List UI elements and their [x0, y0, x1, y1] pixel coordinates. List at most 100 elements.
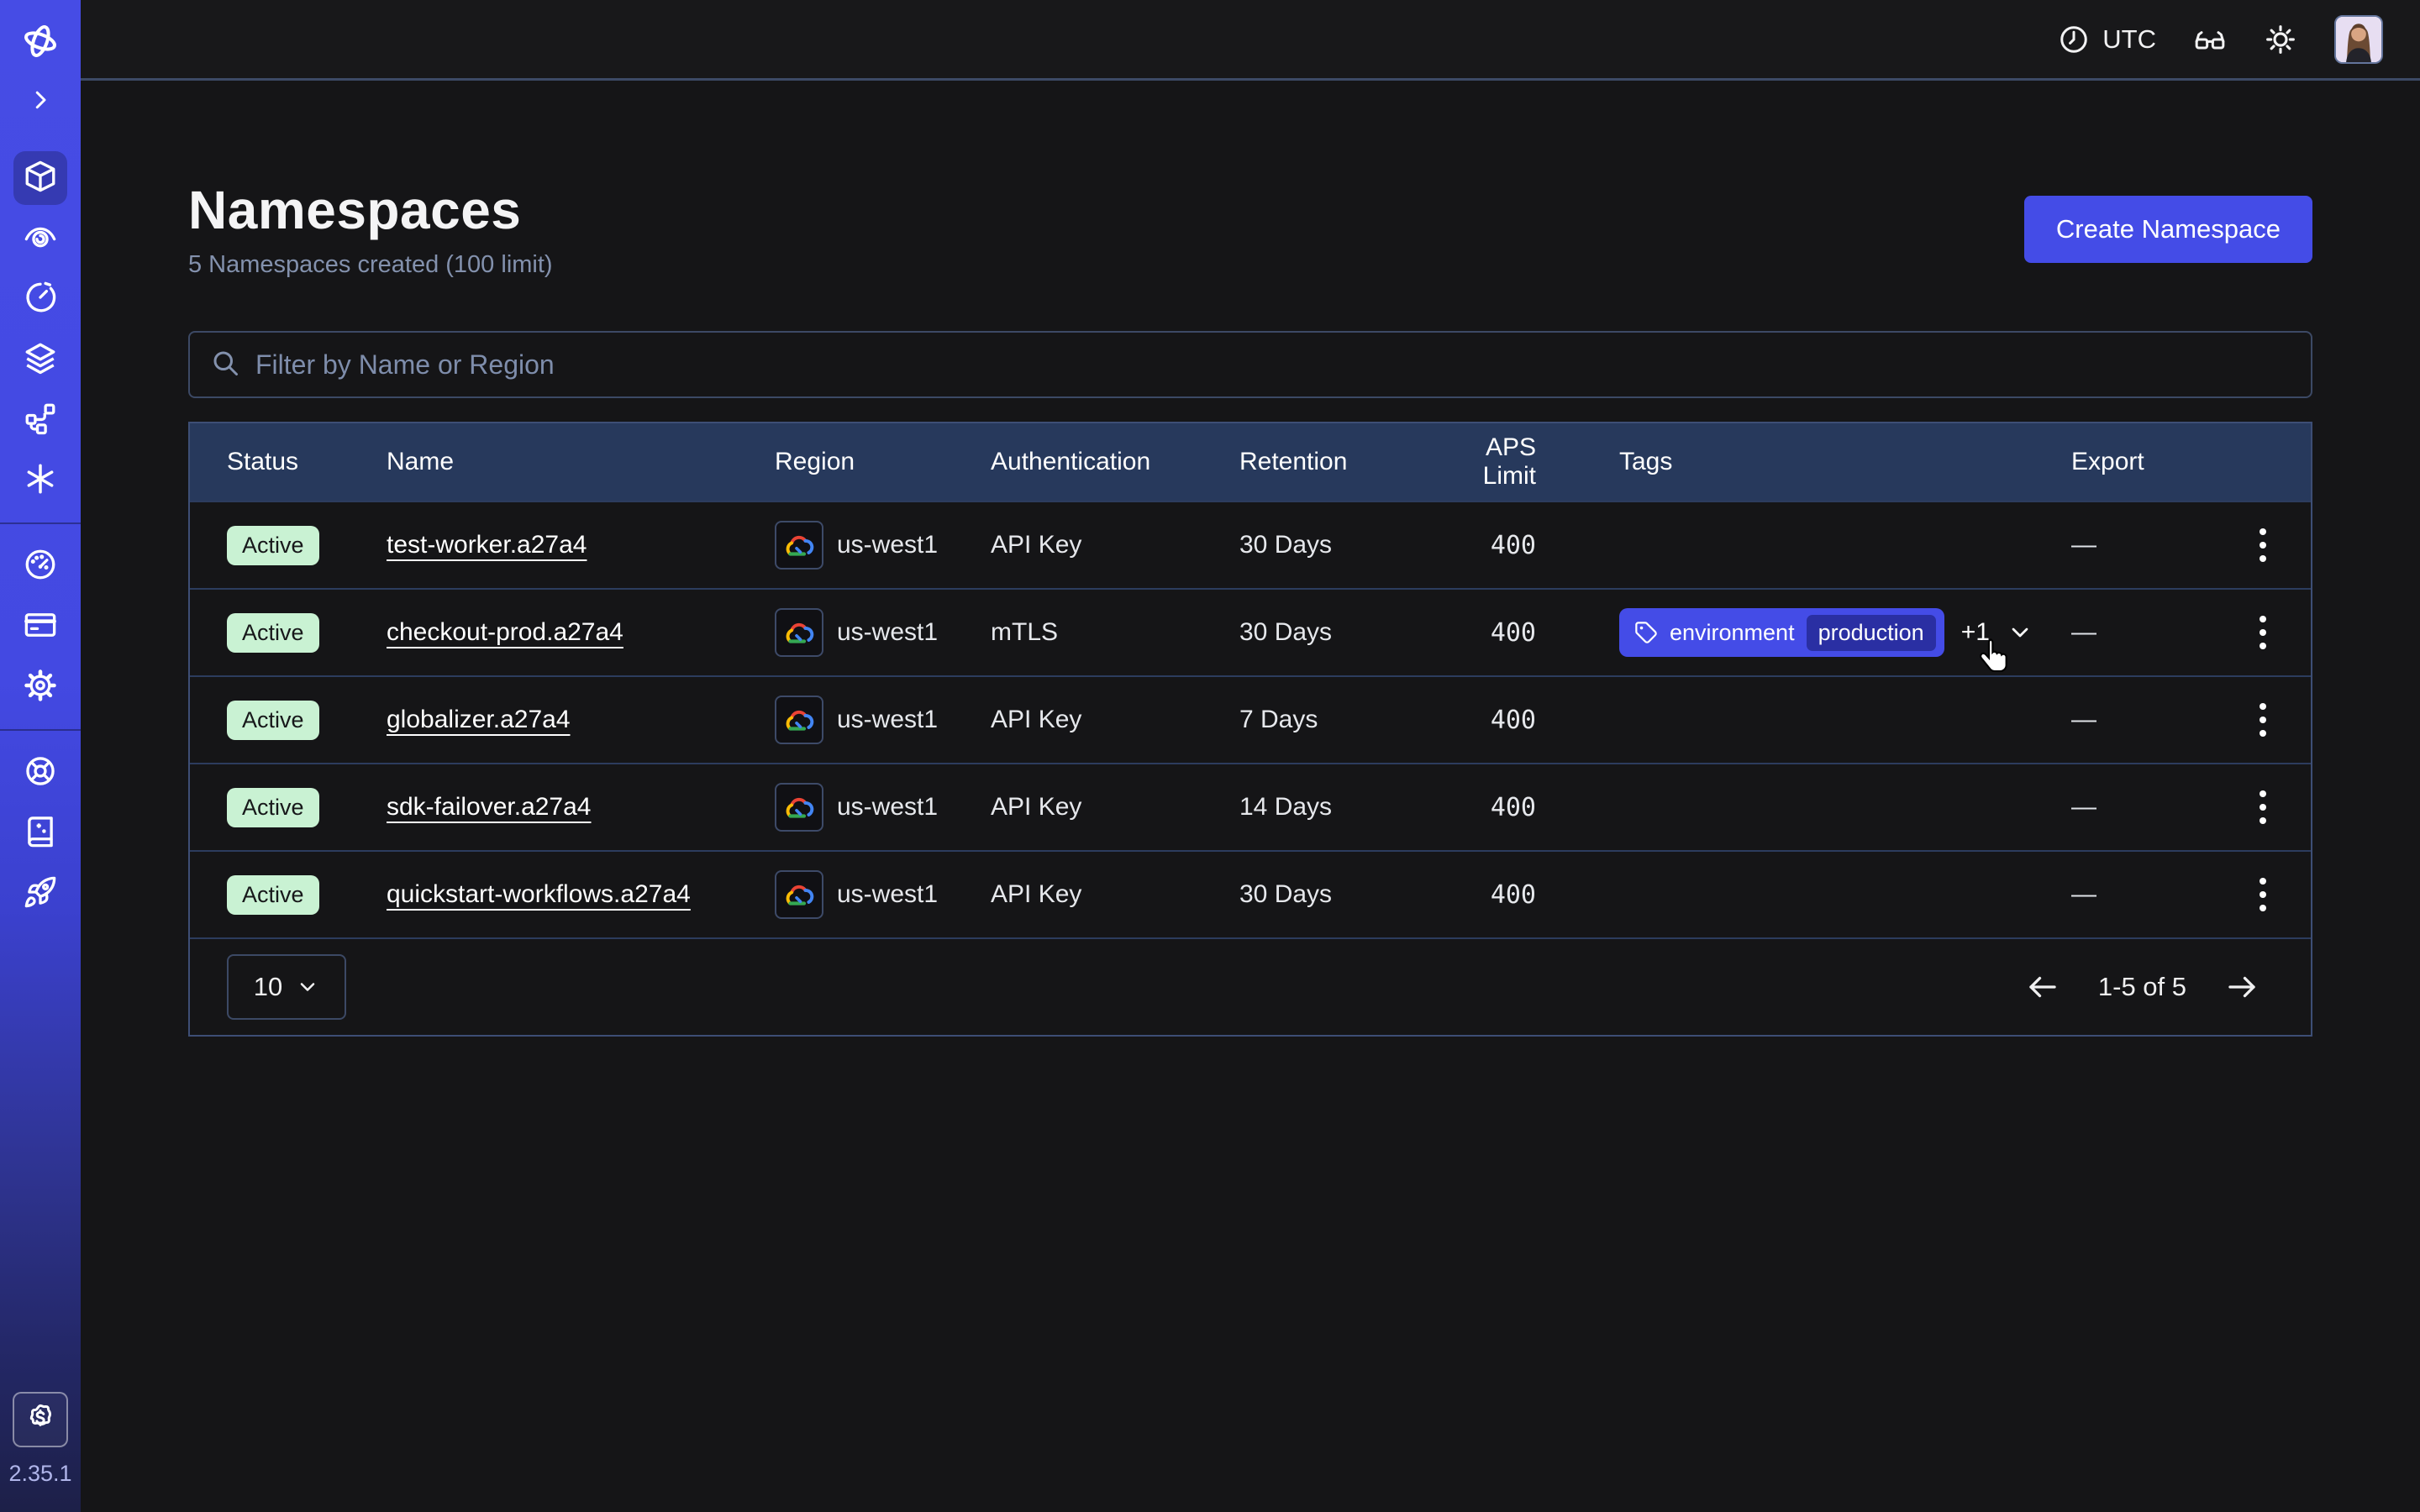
- column-header-authentication: Authentication: [991, 448, 1239, 476]
- namespace-link[interactable]: sdk-failover.a27a4: [387, 793, 592, 821]
- arrow-right-icon: [2224, 969, 2260, 1005]
- previous-page-button[interactable]: [2024, 969, 2061, 1005]
- tag-value: production: [1807, 615, 1936, 651]
- billing-badge-button[interactable]: [13, 1392, 68, 1447]
- tag-more-count: +1: [1961, 618, 1990, 647]
- branch-icon: [23, 401, 58, 440]
- retention-value: 30 Days: [1239, 880, 1431, 909]
- sidebar-nav-help: [0, 746, 81, 921]
- table-row[interactable]: Active globalizer.a27a4 us-west1 API Key…: [190, 675, 2311, 763]
- sidebar-item-billing[interactable]: [13, 600, 67, 654]
- aps-limit-value: 400: [1491, 618, 1536, 648]
- row-menu-button[interactable]: [2251, 869, 2275, 920]
- column-header-status: Status: [190, 448, 387, 476]
- google-cloud-icon: [775, 608, 823, 657]
- gauge-icon: [23, 547, 58, 586]
- sidebar-item-get-started[interactable]: [13, 867, 67, 921]
- google-cloud-icon: [775, 696, 823, 744]
- sidebar-expand-button[interactable]: [26, 86, 55, 114]
- create-namespace-button[interactable]: Create Namespace: [2024, 196, 2312, 263]
- table-header: Status Name Region Authentication Retent…: [190, 423, 2311, 501]
- row-menu-button[interactable]: [2251, 520, 2275, 570]
- search-icon: [210, 348, 240, 382]
- table-footer: 10 1-5 of 5: [190, 937, 2311, 1035]
- sidebar-item-settings[interactable]: [13, 660, 67, 714]
- tag-pill[interactable]: environment production: [1619, 608, 1944, 657]
- region-label: us-west1: [837, 880, 938, 909]
- asterisk-icon: [23, 461, 58, 501]
- timezone-selector[interactable]: UTC: [2057, 23, 2156, 56]
- namespace-link[interactable]: test-worker.a27a4: [387, 531, 587, 559]
- sidebar-divider-2: [0, 729, 81, 731]
- table-row[interactable]: Active sdk-failover.a27a4 us-west1 API K…: [190, 763, 2311, 850]
- google-cloud-icon: [775, 521, 823, 570]
- namespace-link[interactable]: quickstart-workflows.a27a4: [387, 880, 691, 908]
- page-size-select[interactable]: 10: [227, 954, 346, 1020]
- sidebar-item-support[interactable]: [13, 746, 67, 800]
- column-header-name: Name: [387, 448, 775, 476]
- auth-method: API Key: [991, 880, 1239, 909]
- lifebuoy-icon: [23, 753, 58, 793]
- sidebar-item-namespaces[interactable]: [13, 151, 67, 205]
- row-menu-button[interactable]: [2251, 607, 2275, 658]
- status-badge: Active: [227, 788, 319, 827]
- filter-input[interactable]: [255, 349, 2291, 381]
- book-icon: [23, 814, 58, 853]
- table-row[interactable]: Active test-worker.a27a4 us-west1 API Ke…: [190, 501, 2311, 588]
- sidebar-item-3[interactable]: [13, 272, 67, 326]
- page-size-value: 10: [254, 972, 282, 1002]
- temporal-logo-icon: [21, 22, 60, 60]
- auth-method: API Key: [991, 793, 1239, 822]
- eye-icon: [23, 219, 58, 259]
- google-cloud-icon: [775, 783, 823, 832]
- sun-icon[interactable]: [2264, 23, 2297, 56]
- sidebar-item-6[interactable]: [13, 454, 67, 507]
- page-subtitle: 5 Namespaces created (100 limit): [188, 251, 553, 279]
- auth-method: mTLS: [991, 618, 1239, 647]
- namespace-link[interactable]: checkout-prod.a27a4: [387, 618, 623, 646]
- sidebar-item-docs[interactable]: [13, 806, 67, 860]
- sidebar: 2.35.1: [0, 0, 81, 1512]
- gear-icon: [23, 668, 58, 707]
- sidebar-item-4[interactable]: [13, 333, 67, 386]
- region-label: us-west1: [837, 618, 938, 647]
- namespace-link[interactable]: globalizer.a27a4: [387, 706, 571, 733]
- tags-cell: environment production +1: [1619, 608, 2071, 657]
- region-label: us-west1: [837, 793, 938, 822]
- aps-limit-value: 400: [1491, 531, 1536, 560]
- row-menu-button[interactable]: [2251, 695, 2275, 745]
- table-row[interactable]: Active checkout-prod.a27a4 us-west1 mTLS…: [190, 588, 2311, 675]
- cube-icon: [23, 159, 58, 198]
- app-version: 2.35.1: [8, 1461, 71, 1487]
- rocket-icon: [23, 874, 58, 914]
- sidebar-item-2[interactable]: [13, 212, 67, 265]
- export-value: —: [2071, 880, 2214, 909]
- sidebar-item-5[interactable]: [13, 393, 67, 447]
- glasses-icon[interactable]: [2193, 23, 2227, 56]
- sidebar-item-usage[interactable]: [13, 539, 67, 593]
- tags-expand-chevron-icon[interactable]: [2007, 619, 2033, 646]
- region-label: us-west1: [837, 531, 938, 559]
- sidebar-divider: [0, 522, 81, 524]
- column-header-tags: Tags: [1619, 448, 2071, 476]
- sidebar-nav-account: [0, 539, 81, 714]
- filter-bar: [188, 331, 2312, 398]
- chevron-down-icon: [296, 975, 319, 999]
- next-page-button[interactable]: [2223, 969, 2260, 1005]
- retention-value: 30 Days: [1239, 618, 1431, 647]
- retention-value: 14 Days: [1239, 793, 1431, 822]
- row-menu-button[interactable]: [2251, 782, 2275, 832]
- status-badge: Active: [227, 875, 319, 915]
- topbar: UTC: [81, 0, 2420, 81]
- export-value: —: [2071, 531, 2214, 559]
- table-row[interactable]: Active quickstart-workflows.a27a4 us-wes…: [190, 850, 2311, 937]
- avatar[interactable]: [2334, 15, 2383, 64]
- clock-icon: [2057, 23, 2091, 56]
- column-header-region: Region: [775, 448, 991, 476]
- pagination-range: 1-5 of 5: [2098, 972, 2186, 1002]
- column-header-retention: Retention: [1239, 448, 1431, 476]
- auth-method: API Key: [991, 706, 1239, 734]
- tag-icon: [1634, 621, 1658, 644]
- sidebar-nav: [0, 151, 81, 507]
- status-badge: Active: [227, 701, 319, 740]
